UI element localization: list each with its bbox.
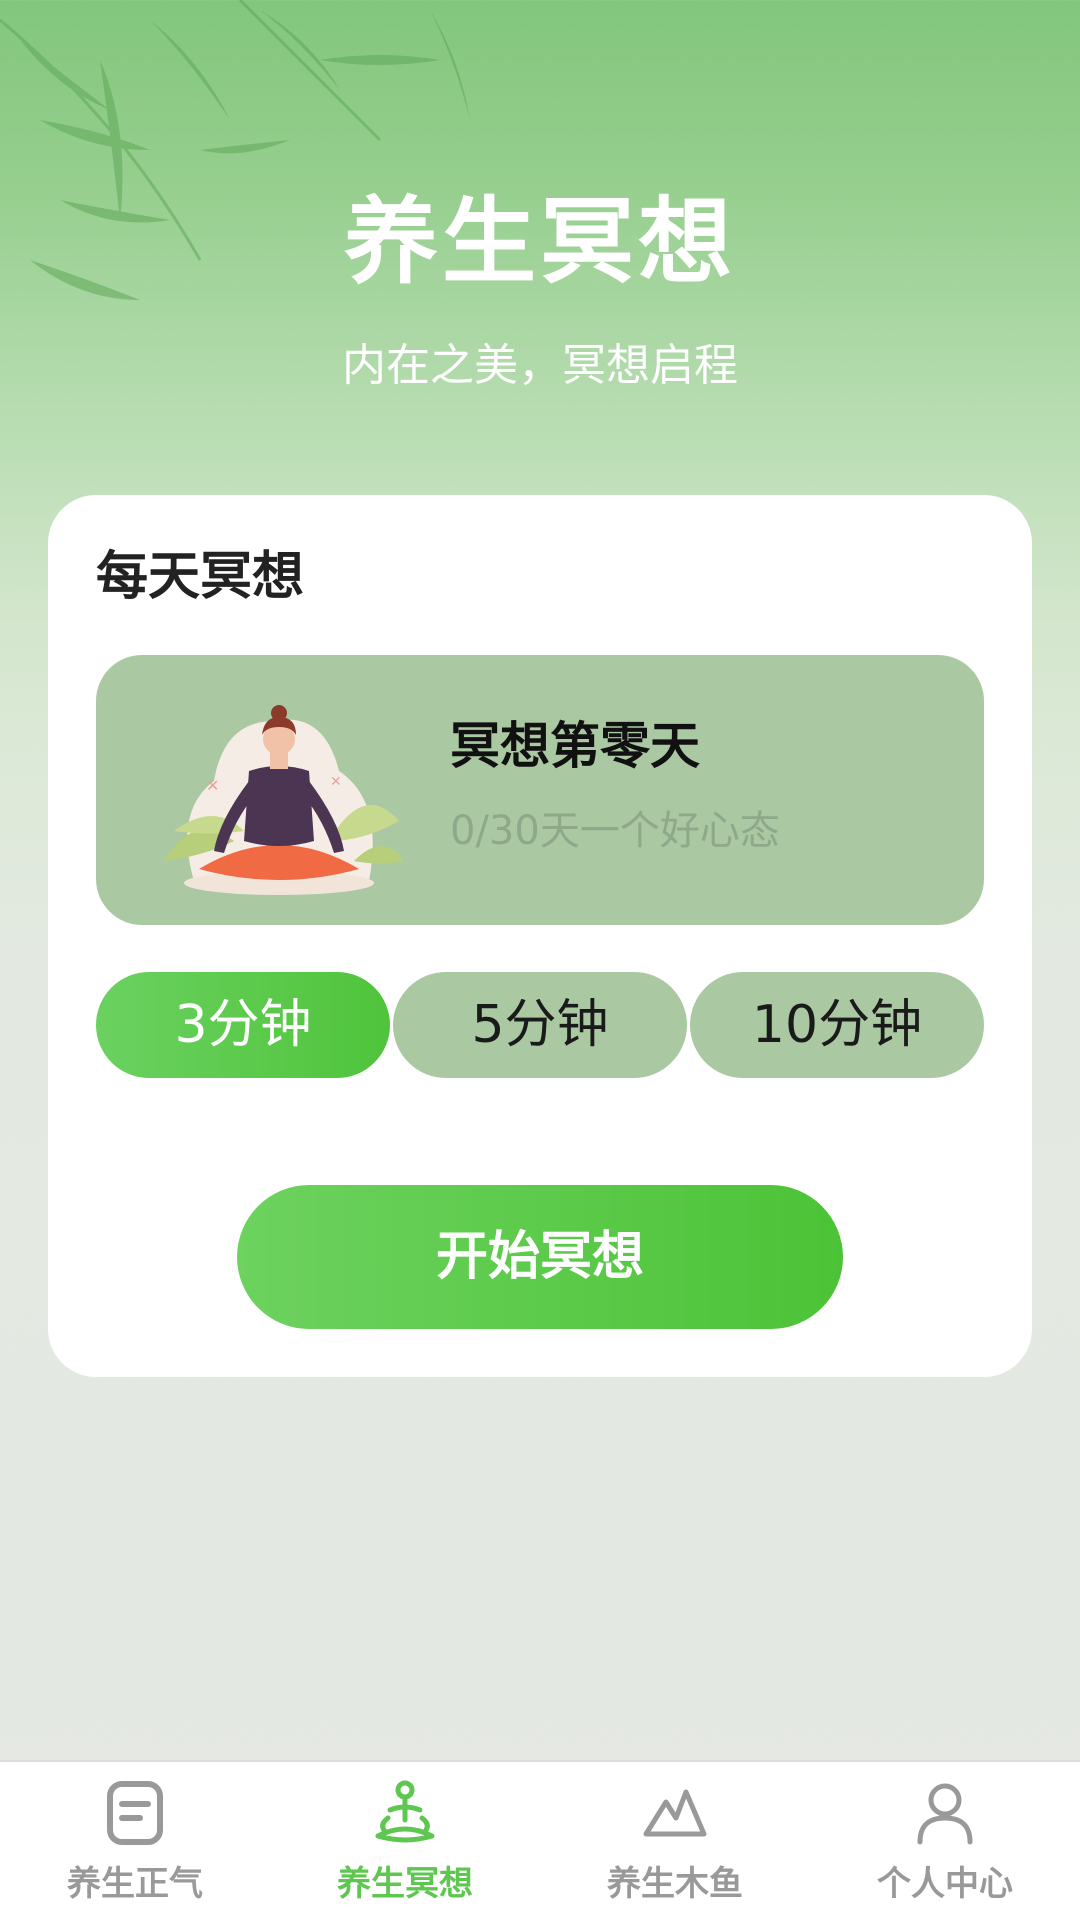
bamboo-leaves-decoration <box>0 0 470 300</box>
document-icon <box>107 1781 163 1845</box>
tab-label: 养生冥想 <box>337 1864 473 1904</box>
tab-health-energy[interactable]: 养生正气 <box>0 1762 270 1922</box>
start-meditation-button[interactable]: 开始冥想 <box>237 1185 843 1329</box>
progress-title: 冥想第零天 <box>450 717 700 775</box>
page-title: 养生冥想 <box>343 188 736 297</box>
duration-5min-button[interactable]: 5分钟 <box>393 972 687 1078</box>
bottom-tab-bar: 养生正气 养生冥想 养生木鱼 个人中心 <box>0 1760 1080 1922</box>
page-subtitle: 内在之美，冥想启程 <box>342 340 738 391</box>
duration-selector: 3分钟 5分钟 10分钟 <box>96 972 984 1078</box>
tab-label: 养生正气 <box>67 1864 203 1904</box>
tab-wooden-fish[interactable]: 养生木鱼 <box>540 1762 810 1922</box>
duration-10min-button[interactable]: 10分钟 <box>690 972 984 1078</box>
tab-label: 个人中心 <box>877 1864 1013 1904</box>
tab-meditation[interactable]: 养生冥想 <box>270 1762 540 1922</box>
svg-text:✕: ✕ <box>206 776 219 795</box>
card-title: 每天冥想 <box>96 547 305 607</box>
person-icon <box>917 1783 973 1845</box>
meditation-illustration: ✕ ✕ <box>164 705 404 895</box>
svg-text:✕: ✕ <box>330 774 342 790</box>
duration-3min-button[interactable]: 3分钟 <box>96 972 390 1078</box>
tab-profile[interactable]: 个人中心 <box>810 1762 1080 1922</box>
tab-label: 养生木鱼 <box>607 1864 743 1904</box>
mountain-icon <box>643 1789 707 1837</box>
daily-meditation-card: 每天冥想 ✕ ✕ 冥想第零天 0/30天一个好心态 3分钟 5分钟 10分钟 开… <box>48 495 1032 1377</box>
progress-subtitle: 0/30天一个好心态 <box>450 808 780 854</box>
meditation-progress-panel: ✕ ✕ 冥想第零天 0/30天一个好心态 <box>96 655 984 925</box>
meditation-icon <box>375 1780 435 1843</box>
